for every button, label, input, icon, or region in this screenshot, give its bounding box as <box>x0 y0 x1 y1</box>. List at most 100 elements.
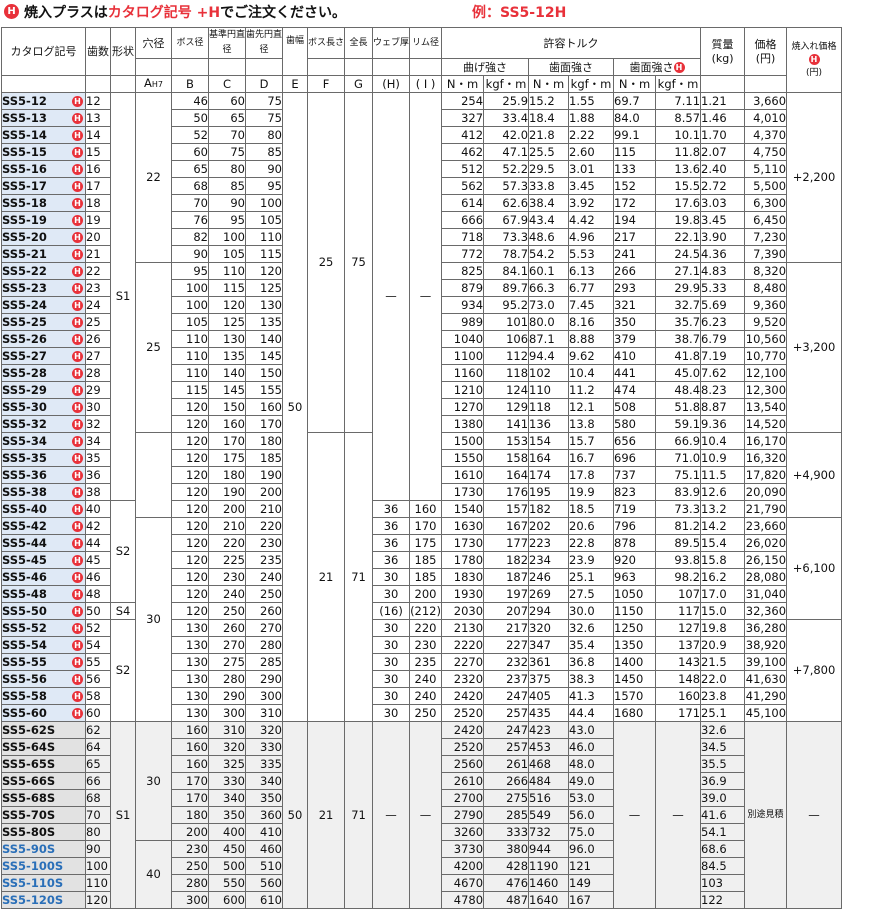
web-thickness: 36 <box>372 534 411 552</box>
boss-dia: 120 <box>171 534 209 552</box>
catalog-code: SS5-30 H <box>1 398 86 416</box>
surface-nm: 73.0 <box>528 296 570 314</box>
surface-kgfm: 43.0 <box>568 721 615 739</box>
bending-nm: 825 <box>441 262 485 280</box>
bending-nm: 2270 <box>441 653 485 671</box>
surface-h-kgfm: 66.9 <box>655 432 702 450</box>
boss-length: 21 <box>306 432 346 722</box>
tip-dia: 610 <box>245 891 283 909</box>
bending-kgfm: 232 <box>483 653 530 671</box>
catalog-code: SS5-12 H <box>1 92 86 110</box>
surface-h-kgfm: 73.3 <box>655 500 702 518</box>
surface-h-nm: 410 <box>613 347 657 365</box>
catalog-code: SS5-56 H <box>1 670 86 688</box>
surface-kgfm: 56.0 <box>568 806 615 824</box>
mass: 1.46 <box>700 109 746 127</box>
mass: 34.5 <box>700 738 746 756</box>
catalog-code: SS5-64S <box>1 738 86 756</box>
hardening-price: +2,200 <box>786 92 843 263</box>
spec-table: カタログ記号 歯数 形状 穴径 ボス径 基準円直径 歯先円直径 歯幅 ボス長さ … <box>1 27 843 909</box>
price: 39,100 <box>744 653 788 671</box>
price: 7,230 <box>744 228 788 246</box>
tip-dia: 75 <box>245 109 283 127</box>
hardening-h-icon: H <box>72 146 83 158</box>
surface-kgfm: 27.5 <box>568 585 615 603</box>
bending-nm: 2790 <box>441 806 485 824</box>
boss-dia: 130 <box>171 670 209 688</box>
hardening-price: +4,900 <box>786 432 843 518</box>
bending-nm: 3730 <box>441 840 485 858</box>
mass: 23.8 <box>700 687 746 705</box>
teeth-count: 42 <box>85 517 111 535</box>
surface-nm: 361 <box>528 653 570 671</box>
web-thickness: (16) <box>372 602 411 620</box>
surface-h-nm: 99.1 <box>613 126 657 144</box>
pitch-dia: 160 <box>208 415 246 433</box>
surface-h-nm: 1400 <box>613 653 657 671</box>
surface-kgfm: 53.0 <box>568 789 615 807</box>
mass: 6.23 <box>700 313 746 331</box>
surface-nm: 223 <box>528 534 570 552</box>
catalog-code: SS5-38 H <box>1 483 86 501</box>
bending-nm: 2030 <box>441 602 485 620</box>
pitch-dia: 280 <box>208 670 246 688</box>
tip-dia: 110 <box>245 228 283 246</box>
catalog-code: SS5-21 H <box>1 245 86 263</box>
bending-nm: 562 <box>441 177 485 195</box>
surface-h-nm: 133 <box>613 160 657 178</box>
bending-nm: 2220 <box>441 636 485 654</box>
teeth-count: 100 <box>85 857 111 875</box>
surface-nm: 110 <box>528 381 570 399</box>
teeth-count: 35 <box>85 449 111 467</box>
hardening-h-icon: H <box>72 418 83 430</box>
header-bending-strength: 曲げ強さ <box>441 58 530 76</box>
price: 16,170 <box>744 432 788 450</box>
surface-nm: 94.4 <box>528 347 570 365</box>
bending-nm: 1040 <box>441 330 485 348</box>
surface-h-kgfm: 171 <box>655 704 702 722</box>
hardening-h-icon: H <box>72 503 83 515</box>
header-unit-kgfm: kgf・m <box>568 75 615 93</box>
header-empty-mass <box>700 75 746 93</box>
catalog-code-text: SS5-55 <box>2 654 47 669</box>
tip-dia: 280 <box>245 636 283 654</box>
rim-dia: 185 <box>409 551 443 569</box>
header-allowable-torque: 許容トルク <box>441 27 702 59</box>
bore-dia: 40 <box>135 840 172 909</box>
rim-dia: 185 <box>409 568 443 586</box>
catalog-code: SS5-25 H <box>1 313 86 331</box>
header-rim-spacer <box>409 58 443 76</box>
boss-dia: 110 <box>171 364 209 382</box>
surface-kgfm: 18.5 <box>568 500 615 518</box>
surface-h-kgfm: 107 <box>655 585 702 603</box>
boss-dia: 160 <box>171 721 209 739</box>
catalog-code-text: SS5-36 <box>2 467 47 482</box>
hardening-h-icon: H <box>72 486 83 498</box>
surface-kgfm: 49.0 <box>568 772 615 790</box>
mass: 10.9 <box>700 449 746 467</box>
pitch-dia: 330 <box>208 772 246 790</box>
bending-nm: 1540 <box>441 500 485 518</box>
header-teeth: 歯数 <box>85 27 111 76</box>
bending-nm: 1780 <box>441 551 485 569</box>
rim-dia: — <box>409 721 443 909</box>
shape: S2 <box>110 500 136 603</box>
bending-kgfm: 33.4 <box>483 109 530 127</box>
web-thickness: 30 <box>372 653 411 671</box>
surface-h-kgfm: 7.11 <box>655 92 702 110</box>
bending-kgfm: 257 <box>483 704 530 722</box>
tip-dia: 320 <box>245 721 283 739</box>
rim-dia: 170 <box>409 517 443 535</box>
header-col-c: C <box>208 75 246 93</box>
surface-h-nm: 796 <box>613 517 657 535</box>
header-rim-dia: リム径 <box>409 27 443 59</box>
teeth-count: 36 <box>85 466 111 484</box>
price: 10,560 <box>744 330 788 348</box>
boss-dia: 300 <box>171 891 209 909</box>
surface-nm: 21.8 <box>528 126 570 144</box>
pitch-dia: 300 <box>208 704 246 722</box>
teeth-count: 18 <box>85 194 111 212</box>
hardening-h-icon: H <box>72 214 83 226</box>
surface-h-nm: 115 <box>613 143 657 161</box>
surface-h-nm: 1250 <box>613 619 657 637</box>
